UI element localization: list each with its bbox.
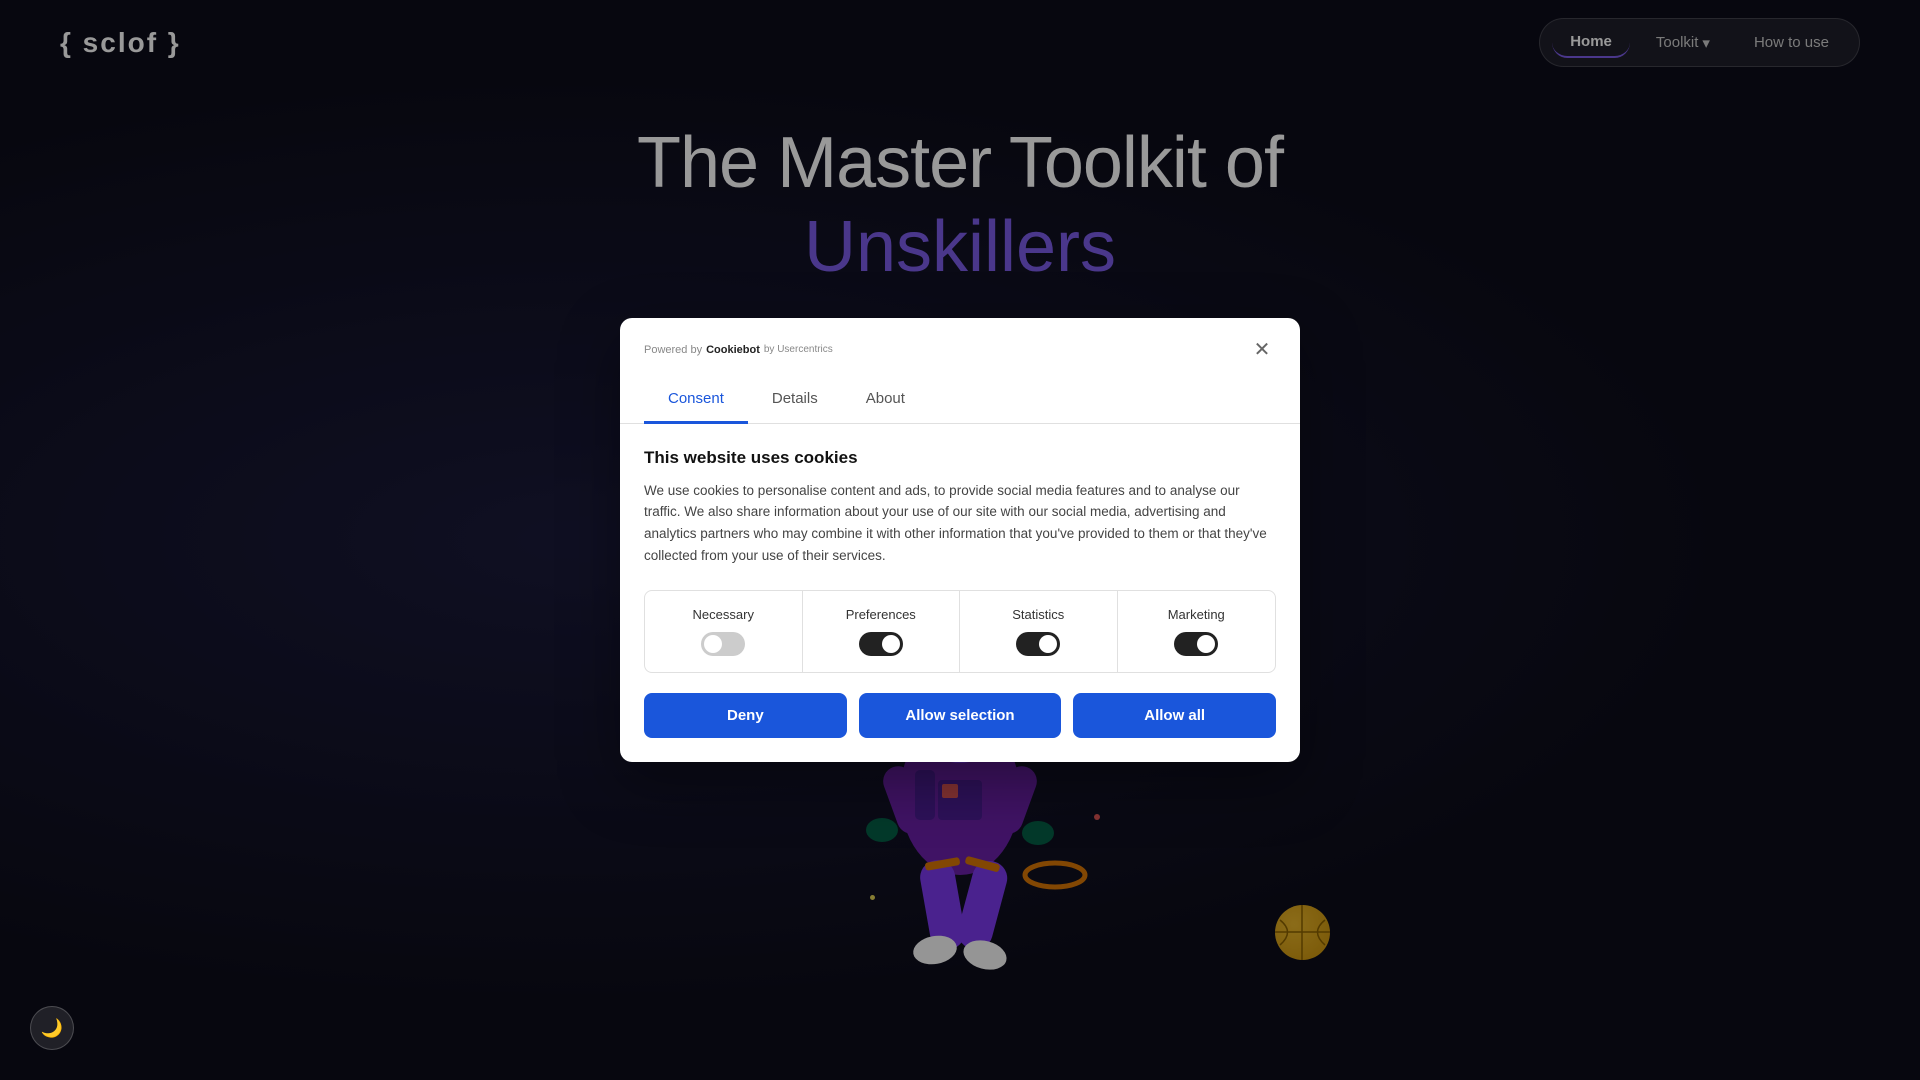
tab-about[interactable]: About (842, 376, 929, 424)
toggle-label-necessary: Necessary (693, 607, 754, 622)
toggle-label-marketing: Marketing (1168, 607, 1225, 622)
toggle-cell-necessary: Necessary (645, 591, 803, 672)
cookie-tabs: Consent Details About (620, 376, 1300, 424)
cookie-buttons: Deny Allow selection Allow all (644, 693, 1276, 738)
toggle-cell-preferences: Preferences (803, 591, 961, 672)
allow-selection-button[interactable]: Allow selection (859, 693, 1062, 738)
toggle-necessary[interactable] (701, 632, 745, 656)
toggle-cell-marketing: Marketing (1118, 591, 1276, 672)
close-button[interactable]: ✕ (1248, 336, 1276, 364)
cookie-title: This website uses cookies (644, 448, 1276, 468)
toggle-label-statistics: Statistics (1012, 607, 1064, 622)
cookie-toggles: Necessary Preferences Statistics Marketi… (644, 590, 1276, 673)
cookie-dialog: Powered by Cookiebot by Usercentrics ✕ C… (620, 318, 1300, 762)
cookie-dialog-header: Powered by Cookiebot by Usercentrics ✕ (620, 318, 1300, 376)
theme-toggle-button[interactable]: 🌙 (30, 1006, 74, 1050)
cookie-content: This website uses cookies We use cookies… (620, 424, 1300, 762)
cookie-description: We use cookies to personalise content an… (644, 480, 1276, 566)
tab-consent[interactable]: Consent (644, 376, 748, 424)
toggle-preferences[interactable] (859, 632, 903, 656)
toggle-cell-statistics: Statistics (960, 591, 1118, 672)
toggle-statistics[interactable] (1016, 632, 1060, 656)
cookie-overlay: Powered by Cookiebot by Usercentrics ✕ C… (0, 0, 1920, 1080)
moon-icon: 🌙 (41, 1018, 63, 1039)
tab-details[interactable]: Details (748, 376, 842, 424)
powered-by-label: Powered by Cookiebot by Usercentrics (644, 344, 833, 356)
allow-all-button[interactable]: Allow all (1073, 693, 1276, 738)
toggle-label-preferences: Preferences (846, 607, 916, 622)
toggle-marketing[interactable] (1174, 632, 1218, 656)
deny-button[interactable]: Deny (644, 693, 847, 738)
